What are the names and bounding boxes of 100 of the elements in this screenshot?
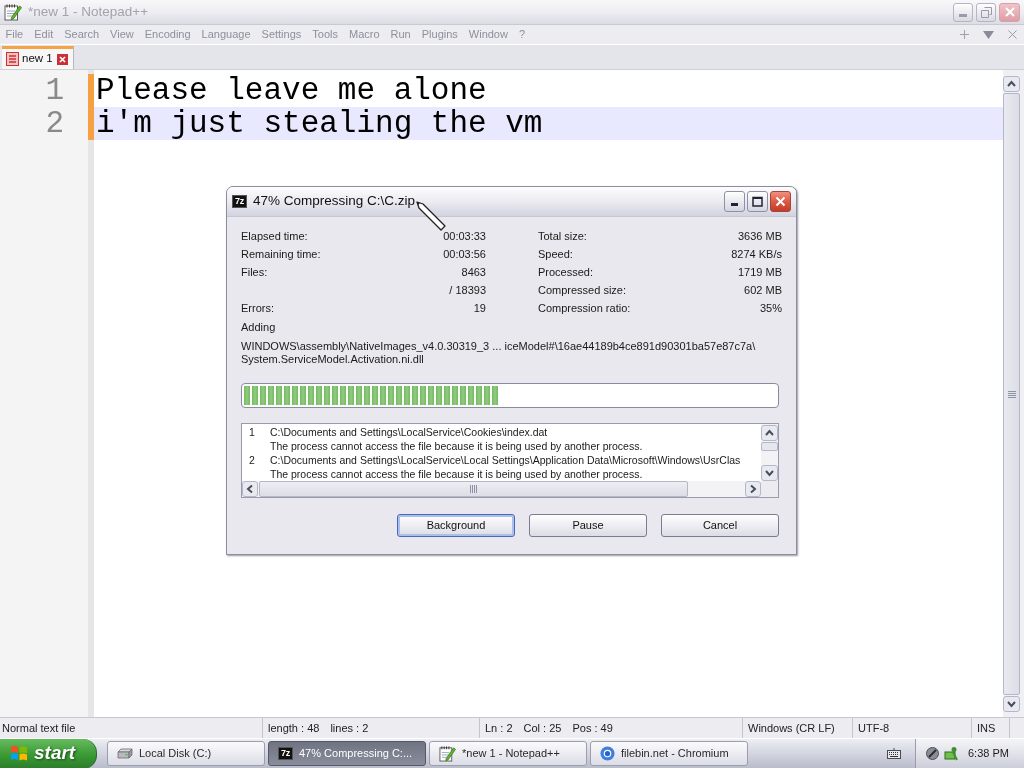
status-text: length : 48 (268, 720, 320, 736)
horizontal-scrollbar[interactable] (242, 481, 761, 497)
stat-value: 1719 MB (737, 264, 782, 280)
status-text: INS (977, 720, 996, 736)
log-message: The process cannot access the file because it is being used by another process. (270, 440, 643, 452)
stat-label: Remaining time: (241, 246, 321, 262)
taskbar-button[interactable]: 7z 47% Compressing C:... (268, 741, 426, 766)
log-path: C:\Documents and Settings\LocalService\Local Settings\Application Data\Microsoft\Windows\UsrClas (270, 453, 741, 467)
menu-item[interactable]: Search (58, 26, 105, 43)
menu-item[interactable]: File (0, 26, 29, 43)
action-button[interactable]: Cancel (661, 514, 779, 537)
stat-value: 602 MB (744, 282, 782, 298)
code-line: Please leave me alone (95, 74, 488, 107)
close-icon[interactable] (56, 53, 68, 65)
status-text: Ln : 2 (485, 720, 513, 736)
scroll-down-icon[interactable] (761, 465, 778, 481)
close-icon (775, 196, 786, 207)
stat-label: Speed: (538, 246, 573, 262)
status-text: Normal text file (2, 720, 76, 736)
keyboard-icon[interactable] (887, 748, 901, 759)
stat-label: Processed: (538, 264, 594, 280)
restore-button[interactable] (976, 2, 996, 22)
status-text: lines : 2 (330, 720, 369, 736)
log-path: C:\Documents and Settings\LocalService\Cookies\index.dat (270, 425, 548, 439)
status-text: Windows (CR LF) (748, 720, 835, 736)
line-number: 1 (44, 74, 65, 107)
stat-label: Errors: (241, 300, 274, 316)
log-number: 2 (248, 453, 256, 467)
dialog-title: 47% Compressing C:\C.zip (253, 192, 416, 211)
vertical-scrollbar[interactable] (761, 424, 778, 481)
scroll-right-icon[interactable] (745, 481, 761, 497)
network-icon[interactable] (944, 746, 959, 761)
window-title: *new 1 - Notepad++ (28, 2, 149, 21)
file-path: WINDOWS\assembly\NativeImages_v4.0.30319_3 ... iceModel#\16ae44189b4ce891d90301ba57e87c7a\ System.ServiceModel.Activation.ni.dll (241, 340, 757, 366)
stat-label: Files: (241, 264, 268, 280)
maximize-icon (752, 196, 763, 207)
browser-logo-icon (600, 746, 615, 761)
stat-value: 8463 (461, 264, 486, 280)
stat-label: Elapsed time: (241, 228, 308, 244)
menu-item[interactable]: Window (463, 26, 514, 43)
scroll-up-icon[interactable] (1003, 76, 1020, 92)
menu-item[interactable]: Run (385, 26, 417, 43)
minimize-button[interactable] (724, 191, 745, 212)
menu-item[interactable]: Settings (256, 26, 307, 43)
close-button[interactable] (770, 191, 791, 212)
dropdown-arrow-icon[interactable] (983, 30, 994, 39)
menu-item[interactable]: ? (513, 26, 531, 43)
stat-value: 00:03:33 (443, 228, 486, 244)
line-number: 2 (44, 107, 65, 140)
notepad-icon (439, 745, 456, 762)
stat-value: 00:03:56 (443, 246, 486, 262)
menu-item[interactable]: Macro (343, 26, 386, 43)
scroll-thumb[interactable] (761, 442, 778, 451)
menu-item[interactable]: Encoding (139, 26, 197, 43)
operation-label: Adding (241, 319, 276, 335)
menu-item[interactable]: Language (196, 26, 257, 43)
log-message: The process cannot access the file because it is being used by another process. (270, 468, 643, 480)
status-text: Col : 25 (523, 720, 562, 736)
stat-label: Compressed size: (538, 282, 627, 298)
stat-value: 35% (759, 300, 782, 316)
scroll-thumb[interactable] (259, 481, 688, 497)
grip-icon (469, 485, 478, 493)
stat-value: 3636 MB (737, 228, 782, 244)
minimize-icon (731, 203, 738, 206)
tab[interactable]: new 1 (2, 46, 74, 69)
scrollbar-corner (761, 481, 778, 497)
stat-label: Compression ratio: (538, 300, 631, 316)
grip-icon (1007, 390, 1016, 398)
action-button[interactable]: Background (397, 514, 515, 537)
app-logo: 7z (232, 195, 247, 208)
stat-label: Total size: (538, 228, 587, 244)
flag-icon (10, 745, 28, 762)
restore-icon (980, 6, 992, 18)
taskbar-button[interactable]: Local Disk (C:) (107, 741, 265, 766)
stat-value: 19 (473, 300, 486, 316)
action-button[interactable]: Pause (529, 514, 647, 537)
log-number: 1 (248, 425, 256, 439)
minimize-icon (959, 14, 967, 17)
taskbar-button[interactable]: *new 1 - Notepad++ (429, 741, 587, 766)
pen-cursor-icon (416, 201, 446, 231)
scroll-left-icon[interactable] (242, 481, 258, 497)
menu-item[interactable]: Edit (28, 26, 59, 43)
stat-value: 8274 KB/s (731, 246, 782, 262)
drive-icon (117, 748, 133, 759)
stat-value: / 18393 (449, 282, 486, 298)
menu-item[interactable]: Plugins (416, 26, 464, 43)
app-logo: 7z (278, 747, 293, 760)
scroll-down-icon[interactable] (1003, 696, 1020, 712)
maximize-button[interactable] (747, 191, 768, 212)
scroll-up-icon[interactable] (761, 425, 778, 441)
menu-item[interactable]: View (104, 26, 140, 43)
taskbar-button[interactable]: filebin.net - Chromium (590, 741, 748, 766)
notepad-icon (4, 3, 22, 21)
status-text: Pos : 49 (572, 720, 613, 736)
menu-item[interactable]: Tools (306, 26, 344, 43)
start-button[interactable]: start (0, 738, 97, 768)
status-text: UTF-8 (858, 720, 890, 736)
close-icon (1004, 7, 1015, 17)
clock[interactable]: 6:38 PM (968, 745, 1009, 762)
disc-icon[interactable] (926, 747, 939, 760)
